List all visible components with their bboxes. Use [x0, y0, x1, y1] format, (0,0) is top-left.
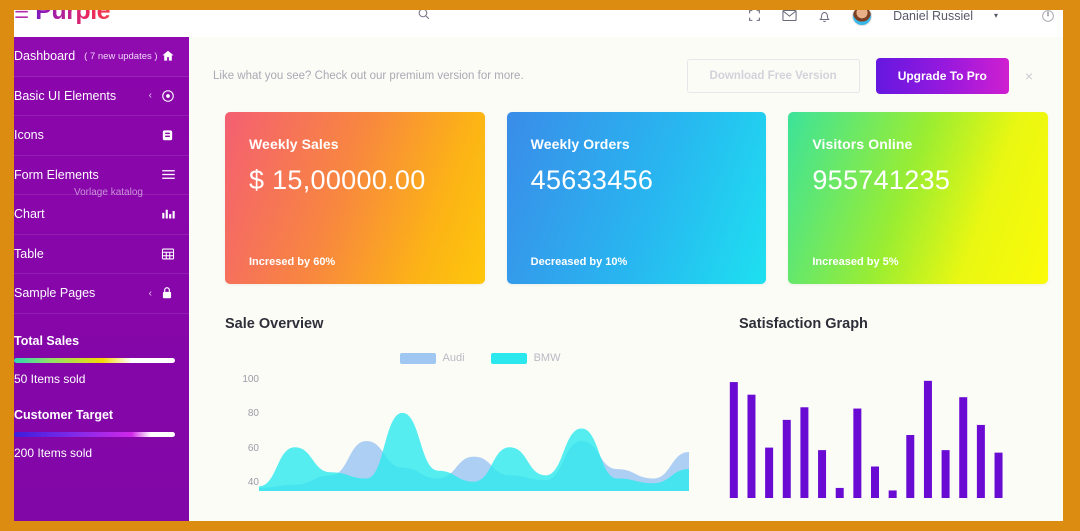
chart-title: Satisfaction Graph — [739, 316, 868, 332]
frame-bottom — [0, 521, 1080, 531]
bell-icon[interactable] — [818, 9, 831, 23]
card-title: Visitors Online — [812, 136, 913, 152]
upgrade-to-pro-button[interactable]: Upgrade To Pro — [875, 58, 1009, 94]
legend-swatch — [490, 352, 527, 364]
total-sales-title: Total Sales — [14, 333, 80, 348]
card-footer: Decreased by 10% — [530, 256, 628, 268]
promo-actions: Download Free Version Upgrade To Pro × — [686, 58, 1033, 94]
legend-swatch — [399, 352, 436, 364]
target-icon — [161, 89, 175, 103]
chevron-left-icon: ‹ — [148, 90, 152, 102]
frame-left — [0, 0, 14, 531]
card-title: Weekly Orders — [530, 136, 630, 152]
card-weekly-sales[interactable]: Weekly Sales $ 15,00000.00 Incresed by 6… — [225, 112, 485, 284]
page-sheet: ☰ Purple Daniel Russiel ▾ Dashboard (7 … — [14, 0, 1063, 521]
lock-icon — [161, 286, 175, 300]
card-value: 955741235 — [812, 165, 951, 195]
bar-chart-svg — [729, 380, 1003, 498]
sidebar-item-dashboard[interactable]: Dashboard ( 7 new updates ) — [14, 37, 189, 77]
card-value: 45633456 — [530, 165, 654, 195]
promo-text: Like what you see? Check out our premium… — [213, 70, 524, 82]
frame-top — [0, 0, 1080, 10]
sidebar-item-label: Basic UI Elements — [14, 88, 117, 103]
mail-icon[interactable] — [782, 9, 797, 22]
sidebar-item-sample-pages[interactable]: Sample Pages ‹ — [14, 274, 189, 314]
fullscreen-icon[interactable] — [748, 9, 761, 22]
sidebar-item-chart[interactable]: Chart — [14, 195, 189, 235]
sidebar-item-label: Dashboard — [14, 49, 76, 64]
sidebar: Dashboard ( 7 new updates ) Basic UI Ele… — [14, 37, 189, 521]
sidebar-item-label: Form Elements — [14, 167, 99, 182]
charts-row: Sale Overview Audi BMW 100 80 60 40 Sati… — [189, 316, 1063, 498]
customer-target-progress — [14, 431, 175, 437]
chevron-down-icon[interactable]: ▾ — [994, 11, 998, 20]
chevron-left-icon: ‹ — [148, 287, 152, 299]
home-icon — [161, 49, 175, 63]
bar-chart-icon — [161, 207, 175, 221]
legend-label: BMW — [533, 352, 561, 364]
sale-overview-chart: Sale Overview Audi BMW 100 80 60 40 — [225, 316, 715, 498]
y-tick: 40 — [247, 477, 259, 488]
legend-label: Audi — [442, 352, 465, 364]
chart-legend: Audi BMW — [245, 352, 715, 364]
customer-target-sub: 200 Items sold — [14, 445, 93, 460]
card-value: $ 15,00000.00 — [249, 165, 426, 195]
sidebar-item-badge: ( 7 new updates ) — [84, 50, 158, 62]
close-icon[interactable]: × — [1025, 68, 1033, 84]
y-axis-labels: 100 80 60 40 — [231, 366, 259, 488]
card-weekly-orders[interactable]: Weekly Orders 45633456 Decreased by 10% — [506, 112, 767, 284]
sidebar-stats: Total Sales 50 Items sold Customer Targe… — [14, 314, 189, 460]
app-root: ☰ Purple Daniel Russiel ▾ Dashboard (7 … — [0, 0, 1080, 531]
card-footer: Incresed by 60% — [249, 256, 336, 268]
sidebar-item-basic-ui-elements[interactable]: Basic UI Elements ‹ — [14, 77, 189, 116]
card-visitors-online[interactable]: Visitors Online 955741235 Increased by 5… — [788, 112, 1049, 284]
user-name[interactable]: Daniel Russiel — [893, 9, 973, 23]
chart-title: Sale Overview — [225, 316, 324, 332]
y-tick: 80 — [247, 408, 259, 419]
power-icon[interactable] — [1041, 9, 1055, 23]
sidebar-item-label: Sample Pages — [14, 286, 96, 301]
stat-cards: Weekly Sales $ 15,00000.00 Incresed by 6… — [189, 112, 1063, 284]
sidebar-item-label: Icons — [14, 128, 44, 143]
sticker-icon — [161, 128, 175, 142]
y-tick: 60 — [247, 443, 259, 454]
total-sales-sub: 50 Items sold — [14, 371, 86, 386]
card-footer: Increased by 5% — [812, 256, 899, 268]
card-title: Weekly Sales — [249, 136, 339, 152]
area-chart-svg — [259, 412, 689, 491]
download-free-version-button[interactable]: Download Free Version — [686, 59, 860, 93]
sidebar-item-label: Chart — [14, 207, 45, 222]
satisfaction-graph-chart: Satisfaction Graph — [715, 316, 1048, 498]
area-plot: 100 80 60 40 — [225, 366, 715, 491]
sidebar-item-label: Table — [14, 246, 44, 261]
legend-item-bmw: BMW — [490, 352, 561, 364]
bar-plot — [715, 368, 1048, 498]
total-sales-progress — [14, 357, 175, 363]
y-tick: 100 — [242, 374, 259, 385]
promo-banner: Like what you see? Check out our premium… — [189, 45, 1063, 107]
table-icon — [161, 247, 175, 261]
list-icon — [161, 168, 175, 182]
customer-target-title: Customer Target — [14, 407, 114, 422]
sidebar-item-form-elements[interactable]: Form Elements — [14, 156, 189, 195]
main-content: Like what you see? Check out our premium… — [189, 37, 1063, 521]
frame-right — [1063, 0, 1080, 531]
legend-item-audi: Audi — [399, 352, 465, 364]
sidebar-item-table[interactable]: Table — [14, 235, 189, 274]
sidebar-item-icons[interactable]: Icons — [14, 116, 189, 156]
